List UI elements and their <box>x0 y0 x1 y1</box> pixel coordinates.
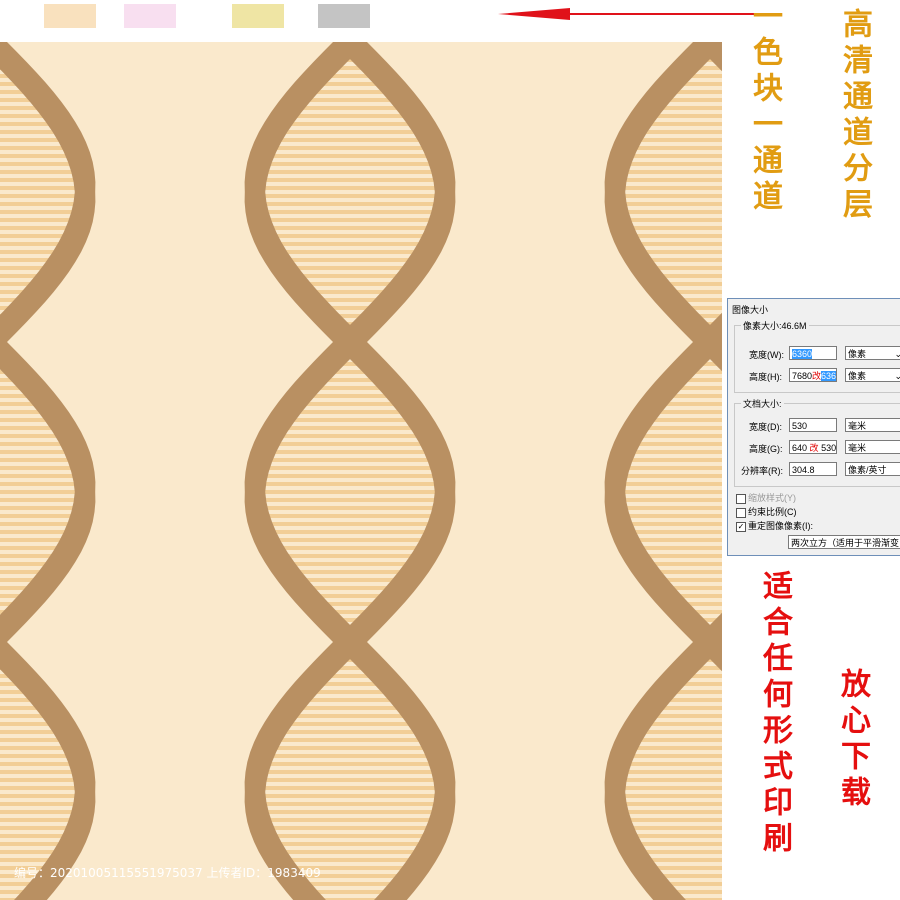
left-bottom-slogan: 适合任何形式印刷 <box>757 570 792 858</box>
height-field[interactable]: 7680改6360 <box>789 368 837 382</box>
right-top-slogan: 高清通道分层 <box>837 8 872 224</box>
resample-method-select[interactable]: 两次立方（适用于平滑渐变 <box>788 535 900 549</box>
doc-width-unit-select[interactable]: 毫米 <box>845 418 900 432</box>
swatch-pink <box>124 4 176 28</box>
chevron-down-icon: ⌄ <box>894 371 900 381</box>
document-size-group: 文档大小: 宽度(D): 530 毫米 高度(G): 640 改 530 毫米 … <box>734 397 900 487</box>
height-unit-select[interactable]: 像素 ⌄ <box>845 368 900 382</box>
scale-styles-checkbox[interactable]: 缩放样式(Y) <box>736 491 796 504</box>
doc-size-label: 文档大小: <box>741 397 784 410</box>
swatch-gray <box>318 4 370 28</box>
left-arrow-icon <box>498 8 760 20</box>
doc-height-unit-select[interactable]: 毫米 <box>845 440 900 454</box>
chevron-down-icon: ⌄ <box>894 349 900 359</box>
doc-width-label: 宽度(D): <box>749 422 782 432</box>
pixel-dims-label: 像素大小:46.6M <box>741 319 809 332</box>
swatch-yellow <box>232 4 284 28</box>
watermark-text: 编号：20201005115551975037 上传者ID：1983409 <box>14 866 321 880</box>
striped-lens <box>255 42 445 900</box>
width-field[interactable]: 6360 <box>789 346 837 360</box>
left-top-slogan: 一色块一通道 <box>747 0 782 216</box>
swatch-cream <box>44 4 96 28</box>
height-label: 高度(H): <box>749 372 782 382</box>
resample-checkbox[interactable]: ✓ 重定图像像素(I): <box>736 519 813 532</box>
doc-height-label: 高度(G): <box>749 444 783 454</box>
resolution-unit-select[interactable]: 像素/英寸 <box>845 462 900 476</box>
width-label: 宽度(W): <box>749 350 784 360</box>
checkbox-icon <box>736 507 746 518</box>
constrain-checkbox[interactable]: 约束比例(C) <box>736 505 797 518</box>
checkbox-icon <box>736 493 746 504</box>
doc-width-field[interactable]: 530 <box>789 418 837 432</box>
width-unit-select[interactable]: 像素 ⌄ <box>845 346 900 360</box>
striped-lens <box>615 42 722 900</box>
checkmark-icon: ✓ <box>736 521 746 532</box>
dialog-title: 图像大小 <box>732 305 769 315</box>
wave-pattern <box>0 42 722 900</box>
resolution-field[interactable]: 304.8 <box>789 462 837 476</box>
resolution-label: 分辨率(R): <box>741 466 783 476</box>
pixel-dimensions-group: 像素大小:46.6M 宽度(W): 6360 像素 ⌄ 高度(H): 7680改6… <box>734 319 900 393</box>
right-bottom-slogan: 放心下载 <box>835 668 870 812</box>
doc-height-field[interactable]: 640 改 530 <box>789 440 837 454</box>
image-size-dialog: 图像大小 像素大小:46.6M 宽度(W): 6360 像素 ⌄ 高度(H): 7… <box>727 298 900 556</box>
